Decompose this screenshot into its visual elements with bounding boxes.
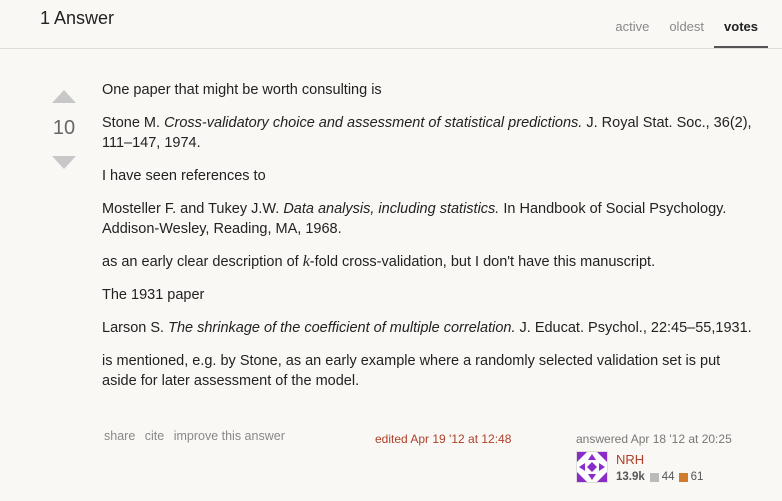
reputation-score: 13.9k — [616, 471, 645, 483]
downvote-icon[interactable] — [52, 156, 76, 169]
text: -fold cross-validation, but I don't have… — [309, 254, 656, 270]
paragraph: as an early clear description of k-fold … — [102, 252, 752, 272]
ref-title: Data analysis, including statistics. — [283, 201, 500, 217]
post-menu: share cite improve this answer — [104, 429, 291, 443]
ref-details: J. Educat. Psychol., 22:45–55,1931. — [515, 320, 752, 336]
share-link[interactable]: share — [104, 429, 135, 443]
paragraph: One paper that might be worth consulting… — [102, 82, 382, 98]
tab-votes[interactable]: votes — [714, 0, 768, 48]
cite-link[interactable]: cite — [145, 429, 164, 443]
text: as an early clear description of — [102, 254, 303, 270]
answer-body: One paper that might be worth consulting… — [102, 80, 752, 404]
paragraph: The 1931 paper — [102, 287, 205, 303]
silver-badge-icon — [649, 472, 659, 482]
ref-title: Cross-validatory choice and assessment o… — [164, 115, 583, 131]
user-name-link[interactable]: NRH — [616, 452, 644, 467]
ref-title: The shrinkage of the coefficient of mult… — [168, 320, 516, 336]
improve-answer-link[interactable]: improve this answer — [174, 429, 285, 443]
answers-header: 1 Answer active oldest votes — [0, 0, 782, 49]
edited-link[interactable]: edited Apr 19 '12 at 12:48 — [375, 432, 511, 446]
reference-larson: Larson S. The shrinkage of the coefficie… — [102, 318, 752, 338]
user-reputation: 13.9k 44 61 — [616, 471, 707, 483]
tab-oldest[interactable]: oldest — [659, 0, 714, 48]
vote-count: 10 — [52, 117, 76, 139]
math-k: k — [302, 253, 310, 270]
upvote-icon[interactable] — [52, 90, 76, 103]
identicon-icon — [577, 452, 607, 482]
silver-badge-count: 44 — [661, 471, 675, 483]
bronze-badge-icon — [678, 472, 688, 482]
bronze-badge-count: 61 — [690, 471, 704, 483]
reference-stone: Stone M. Cross-validatory choice and ass… — [102, 113, 752, 153]
paragraph: is mentioned, e.g. by Stone, as an early… — [102, 353, 721, 389]
paragraph: I have seen references to — [102, 168, 266, 184]
ref-author: Stone M. — [102, 115, 165, 131]
answered-timestamp: answered Apr 18 '12 at 20:25 — [576, 432, 732, 446]
reference-mosteller: Mosteller F. and Tukey J.W. Data analysi… — [102, 199, 752, 239]
ref-author: Larson S. — [102, 320, 169, 336]
vote-cell: 10 — [42, 90, 86, 169]
ref-author: Mosteller F. and Tukey J.W. — [102, 201, 284, 217]
avatar[interactable] — [576, 451, 608, 483]
tab-active[interactable]: active — [605, 0, 659, 48]
answers-count: 1 Answer — [40, 8, 115, 28]
sort-tabs: active oldest votes — [605, 0, 768, 48]
